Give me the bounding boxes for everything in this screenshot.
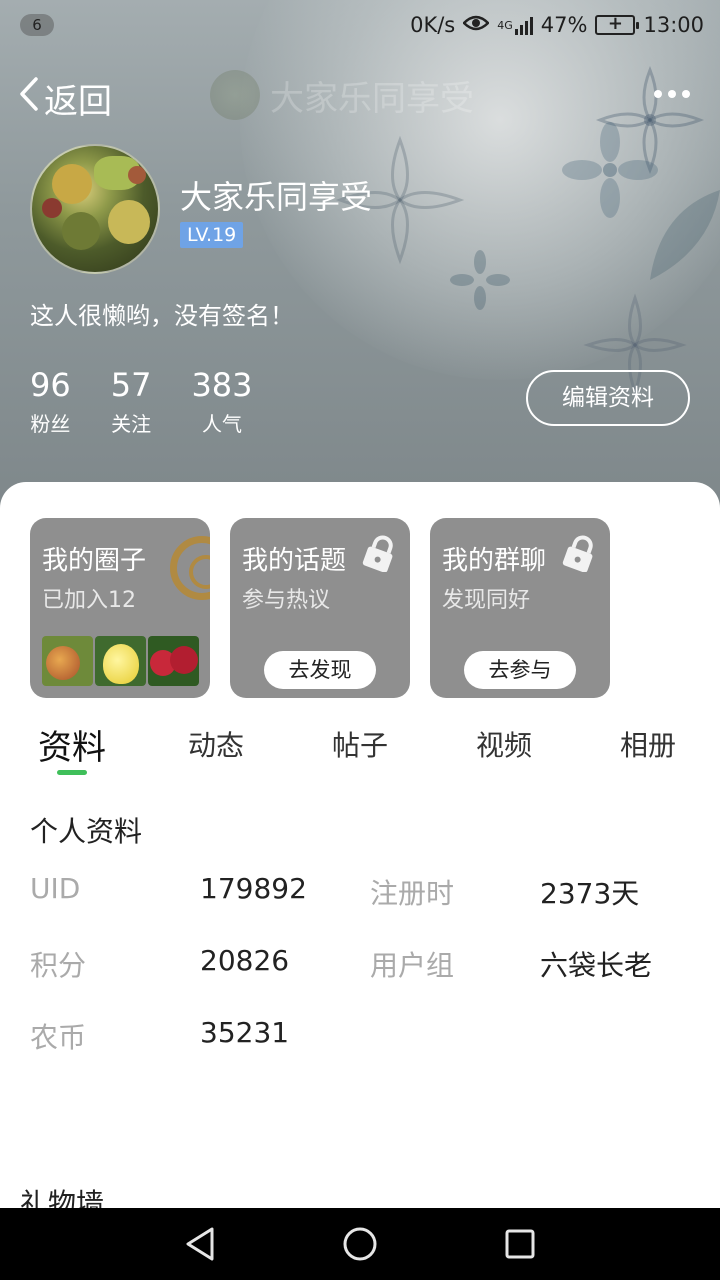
stat-popularity: 383 人气 (191, 366, 252, 437)
network-type: 4G (497, 18, 513, 32)
card-subtitle: 发现同好 (442, 588, 531, 613)
lock-icon (362, 534, 398, 576)
profile-content-sheet: 我的圈子 已加入12 我的话题 参与热议 去发现 我的群聊 发现同好 去参与 资… (0, 482, 720, 1208)
circle-thumbnail[interactable] (95, 636, 146, 686)
flower-decoration (450, 250, 510, 310)
signal-icon (514, 15, 533, 35)
card-my-topics[interactable]: 我的话题 参与热议 去发现 (230, 518, 410, 698)
lock-icon (562, 534, 598, 576)
signature: 这人很懒哟，没有签名！ (30, 302, 294, 330)
card-title: 我的圈子 (42, 546, 147, 576)
info-value: 20826 (200, 944, 290, 977)
net-speed: 0K/s (410, 13, 456, 37)
tab-profile-info[interactable]: 资料 (38, 720, 106, 769)
card-title: 我的群聊 (442, 546, 547, 576)
status-bar: 6 0K/s 4G 47% + 13:00 (0, 0, 720, 50)
home-circle-icon[interactable] (342, 1226, 378, 1266)
card-my-circles[interactable]: 我的圈子 已加入12 (30, 518, 210, 698)
circle-thumbnail[interactable] (42, 636, 93, 686)
chevron-left-icon (18, 76, 40, 121)
info-key: UID (30, 872, 81, 905)
profile-stats: 96 粉丝 57 关注 383 人气 (30, 366, 293, 437)
recents-square-icon[interactable] (504, 1226, 536, 1266)
circle-thumbnail[interactable] (148, 636, 199, 686)
back-button[interactable]: 返回 (18, 74, 112, 123)
circle-thumbnails (42, 636, 199, 686)
section-title: 个人资料 (30, 815, 143, 848)
nav-mini-avatar (210, 70, 260, 120)
card-my-group-chats[interactable]: 我的群聊 发现同好 去参与 (430, 518, 610, 698)
info-row: 积分 20826 用户组 六袋长老 (0, 944, 720, 984)
battery-percent: 47% (540, 13, 588, 37)
stat-value: 383 (191, 366, 253, 404)
active-tab-indicator (57, 770, 87, 775)
system-navigation-bar (0, 1208, 720, 1280)
back-label: 返回 (44, 82, 112, 122)
info-key: 注册时 (370, 877, 455, 910)
circle-ring-icon (170, 536, 210, 600)
profile-tabs: 资料 动态 帖子 视频 相册 (0, 714, 720, 784)
info-row: UID 179892 注册时 2373天 (0, 872, 720, 912)
more-options-icon[interactable] (654, 90, 690, 98)
info-value: 六袋长老 (540, 949, 653, 982)
tab-albums[interactable]: 相册 (620, 724, 676, 764)
info-value: 2373天 (540, 877, 640, 910)
stat-label: 粉丝 (30, 412, 71, 436)
tab-posts[interactable]: 帖子 (332, 724, 388, 764)
info-key: 积分 (30, 949, 87, 982)
tab-activity[interactable]: 动态 (188, 724, 244, 764)
back-triangle-icon[interactable] (184, 1226, 216, 1266)
stat-fans[interactable]: 96 粉丝 (30, 366, 71, 437)
info-value: 35231 (200, 1016, 290, 1049)
join-button[interactable]: 去参与 (464, 651, 576, 689)
tab-videos[interactable]: 视频 (476, 724, 532, 764)
stat-label: 人气 (201, 412, 242, 436)
feature-cards: 我的圈子 已加入12 我的话题 参与热议 去发现 我的群聊 发现同好 去参与 (30, 518, 610, 698)
battery-icon: + (595, 13, 640, 35)
card-subtitle: 参与热议 (242, 588, 331, 613)
card-subtitle: 已加入12 (42, 588, 136, 613)
info-key: 农币 (30, 1021, 87, 1054)
username: 大家乐同享受 (180, 178, 373, 216)
stat-following[interactable]: 57 关注 (111, 366, 152, 437)
level-badge: LV.19 (180, 222, 244, 248)
info-value: 179892 (200, 872, 307, 905)
gift-wall-title: 礼物墙 (20, 1187, 105, 1208)
stat-value: 57 (110, 366, 152, 404)
info-key: 用户组 (370, 949, 455, 982)
stat-label: 关注 (111, 412, 152, 436)
nav-title: 大家乐同享受 (210, 70, 474, 120)
info-row: 农币 35231 (0, 1016, 720, 1056)
edit-profile-button[interactable]: 编辑资料 (526, 370, 690, 426)
stat-value: 96 (30, 366, 71, 404)
notification-count-badge: 6 (20, 14, 54, 36)
card-title: 我的话题 (242, 546, 347, 576)
eye-icon (462, 13, 491, 37)
clock: 13:00 (643, 13, 704, 37)
flower-decoration (640, 180, 720, 290)
avatar[interactable] (30, 144, 160, 274)
discover-button[interactable]: 去发现 (264, 651, 376, 689)
top-navigation: 返回 大家乐同享受 (0, 62, 720, 132)
nav-title-text: 大家乐同享受 (270, 78, 474, 119)
